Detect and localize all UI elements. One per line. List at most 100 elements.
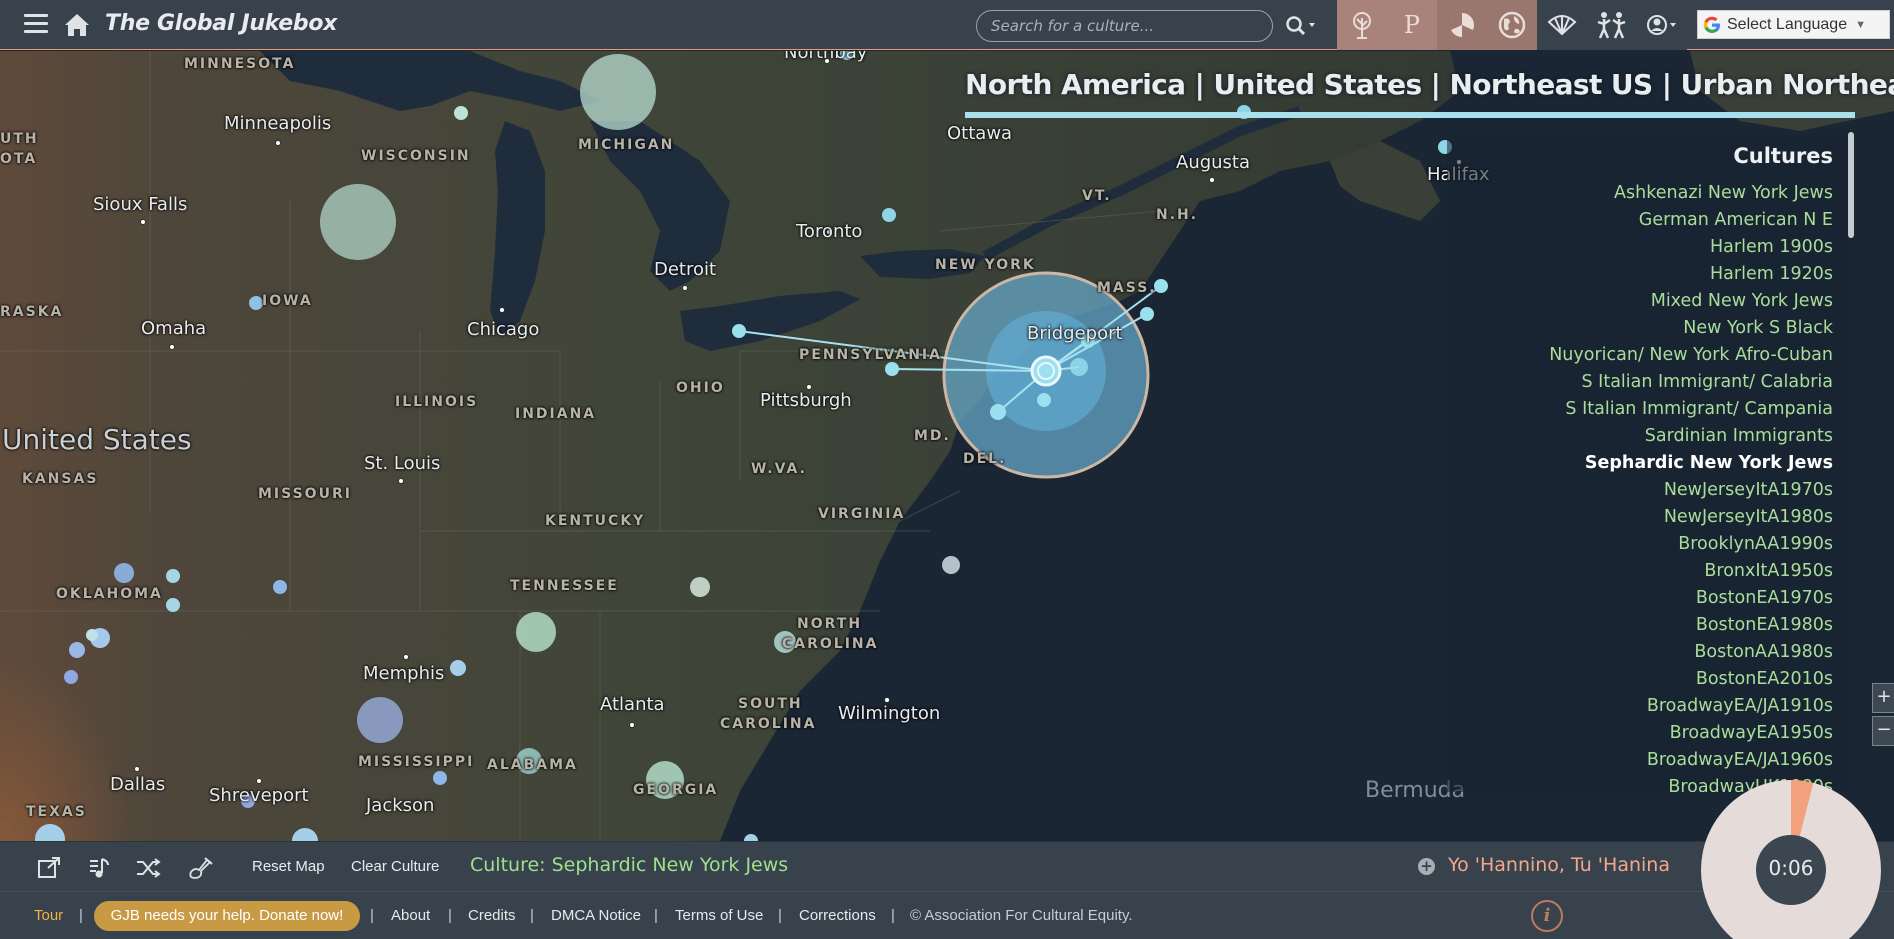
shuffle-icon[interactable] (135, 856, 161, 880)
map-label: Wilmington (838, 703, 941, 724)
map-label: CAROLINA (720, 716, 817, 732)
map-label: Memphis (363, 663, 445, 684)
culture-marker[interactable] (249, 296, 263, 310)
about-link[interactable]: About (391, 907, 430, 924)
tour-link[interactable]: Tour (34, 907, 63, 924)
current-culture-label[interactable]: Culture: Sephardic New York Jews (470, 854, 788, 876)
culture-marker[interactable] (1037, 393, 1051, 407)
culture-marker[interactable] (885, 362, 899, 376)
globe-view-button[interactable] (1487, 0, 1537, 50)
map-label: KENTUCKY (545, 513, 646, 529)
culture-list-item[interactable]: Harlem 1920s (1549, 261, 1833, 288)
culture-marker[interactable] (357, 697, 403, 743)
map-label: MICHIGAN (578, 137, 675, 153)
culture-list-item[interactable]: BroadwayEA1950s (1549, 720, 1833, 747)
culture-marker[interactable] (732, 324, 746, 338)
selected-culture-marker[interactable] (1030, 355, 1062, 387)
circle-map-view-button[interactable] (1437, 0, 1487, 50)
p-view-button[interactable]: P (1387, 0, 1437, 50)
culture-list-item[interactable]: S Italian Immigrant/ Campania (1549, 396, 1833, 423)
dmca-notice-link[interactable]: DMCA Notice (551, 907, 641, 924)
map-label: INDIANA (515, 406, 597, 422)
culture-list-item[interactable]: NewJerseyItA1970s (1549, 477, 1833, 504)
map-label: Detroit (654, 259, 717, 280)
current-song-title[interactable]: Yo 'Hannino, Tu 'Hanina (1448, 854, 1670, 876)
culture-marker[interactable] (86, 629, 98, 641)
search-icon[interactable] (1284, 14, 1318, 38)
tree-view-button[interactable] (1337, 0, 1387, 50)
elapsed-time: 0:06 (1768, 856, 1814, 880)
terms-of-use-link[interactable]: Terms of Use (675, 907, 763, 924)
dancers-view-button[interactable] (1587, 0, 1637, 50)
map-label: MD. (914, 428, 951, 444)
plus-circle-icon[interactable]: + (1418, 858, 1435, 875)
map-label: MISSISSIPPI (358, 754, 475, 770)
culture-marker[interactable] (450, 660, 466, 676)
culture-marker[interactable] (166, 598, 180, 612)
city-dot (403, 654, 409, 660)
donate-button[interactable]: GJB needs your help. Donate now! (94, 901, 360, 931)
cultures-scrollbar[interactable] (1848, 132, 1854, 238)
culture-list-item[interactable]: BrooklynAA1990s (1549, 531, 1833, 558)
culture-list-item[interactable]: Mixed New York Jews (1549, 288, 1833, 315)
map-label: VT. (1082, 188, 1112, 204)
culture-marker[interactable] (433, 771, 447, 785)
culture-marker[interactable] (1140, 307, 1154, 321)
zoom-in-button[interactable]: + (1872, 683, 1894, 713)
culture-marker[interactable] (454, 106, 468, 120)
search-field[interactable] (976, 10, 1273, 42)
culture-list-item[interactable]: Sephardic New York Jews (1549, 450, 1833, 477)
reset-map-button[interactable]: Reset Map (252, 858, 325, 875)
culture-list-item[interactable]: Harlem 1900s (1549, 234, 1833, 261)
culture-list-item[interactable]: BroadwayEA/JA1960s (1549, 747, 1833, 774)
culture-list-item[interactable]: Nuyorican/ New York Afro-Cuban (1549, 342, 1833, 369)
culture-marker[interactable] (114, 563, 134, 583)
culture-marker[interactable] (580, 54, 656, 130)
home-icon[interactable] (64, 12, 90, 38)
map-label: Chicago (467, 319, 540, 340)
culture-marker[interactable] (64, 670, 78, 684)
corrections-link[interactable]: Corrections (799, 907, 876, 924)
hamburger-menu-icon[interactable] (24, 14, 48, 34)
fan-view-button[interactable] (1537, 0, 1587, 50)
culture-list-item[interactable]: BostonEA1980s (1549, 612, 1833, 639)
culture-marker[interactable] (273, 580, 287, 594)
culture-marker[interactable] (516, 612, 556, 652)
info-icon[interactable]: i (1531, 900, 1563, 932)
culture-list-item[interactable]: BronxItA1950s (1549, 558, 1833, 585)
culture-marker[interactable] (69, 642, 85, 658)
music-note-icon[interactable] (86, 856, 112, 880)
credits-link[interactable]: Credits (468, 907, 516, 924)
culture-marker[interactable] (320, 184, 396, 260)
app-title[interactable]: The Global Jukebox (105, 11, 337, 36)
zoom-out-button[interactable]: − (1872, 716, 1894, 746)
culture-marker[interactable] (690, 577, 710, 597)
open-external-icon[interactable] (36, 856, 62, 880)
culture-list-item[interactable]: BostonAA1980s (1549, 639, 1833, 666)
culture-marker[interactable] (990, 404, 1006, 420)
culture-list-item[interactable]: Sardinian Immigrants (1549, 423, 1833, 450)
culture-list-item[interactable]: S Italian Immigrant/ Calabria (1549, 369, 1834, 396)
culture-list-item[interactable]: NewJerseyItA1980s (1549, 504, 1833, 531)
culture-marker[interactable] (1070, 358, 1088, 376)
culture-list-item[interactable]: BostonEA1970s (1549, 585, 1833, 612)
region-title-underline (965, 112, 1855, 118)
map-label: KANSAS (22, 471, 99, 487)
culture-marker[interactable] (942, 556, 960, 574)
culture-list-item[interactable]: BostonEA2010s (1549, 666, 1833, 693)
copyright-text: © Association For Cultural Equity. (910, 907, 1133, 924)
playback-progress-dial[interactable]: 0:06 (1701, 780, 1881, 939)
search-input[interactable] (991, 17, 1261, 35)
culture-marker[interactable] (166, 569, 180, 583)
city-dot (629, 722, 635, 728)
culture-list-item[interactable]: Ashkenazi New York Jews (1549, 180, 1833, 207)
clear-culture-button[interactable]: Clear Culture (351, 858, 439, 875)
culture-list-item[interactable]: New York S Black (1549, 315, 1833, 342)
culture-list-item[interactable]: German American N E (1549, 207, 1833, 234)
user-menu-button[interactable] (1637, 0, 1687, 50)
guitar-icon[interactable] (187, 856, 213, 880)
culture-list-item[interactable]: BroadwayEA/JA1910s (1549, 693, 1833, 720)
culture-marker[interactable] (882, 208, 896, 222)
map-label: WISCONSIN (361, 148, 471, 164)
language-select[interactable]: Select Language ▼ (1697, 10, 1890, 39)
